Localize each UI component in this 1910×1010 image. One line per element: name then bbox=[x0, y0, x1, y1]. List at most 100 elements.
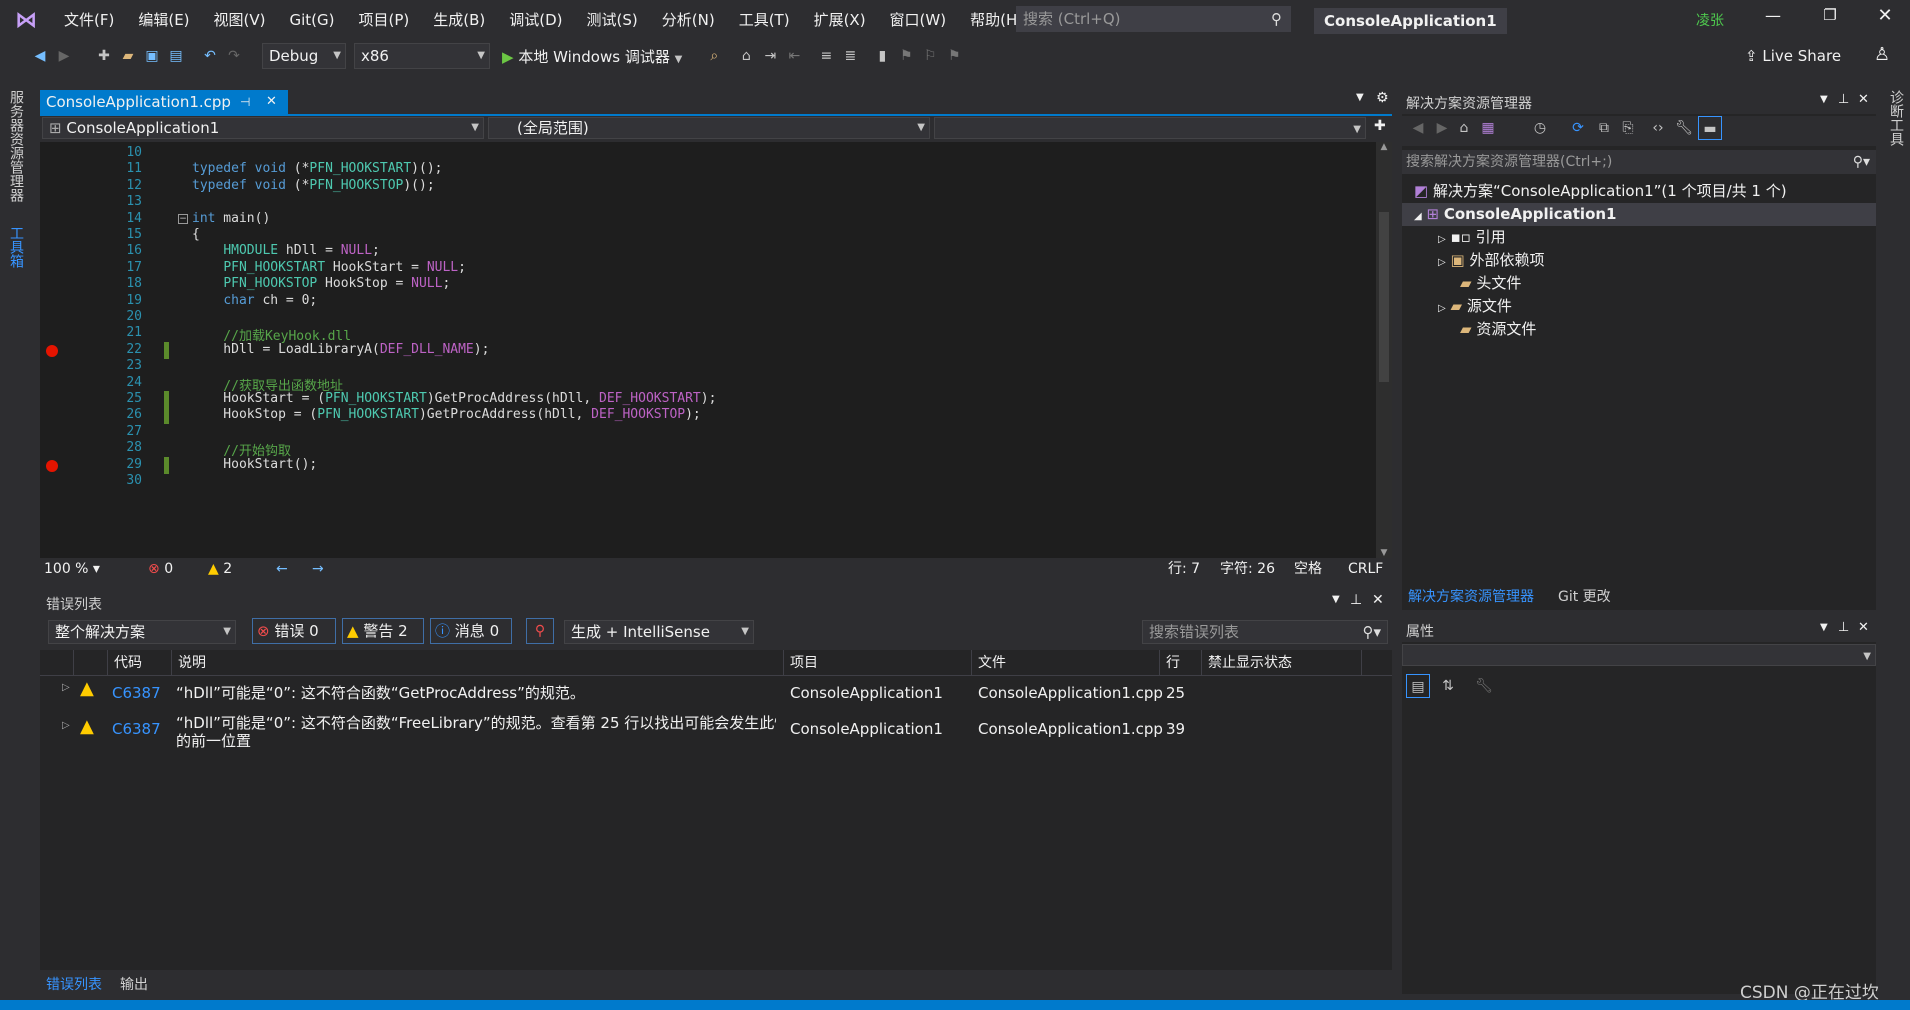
panel-menu-icon[interactable]: ▼ bbox=[1332, 594, 1340, 605]
config-dropdown[interactable]: Debug ▼ bbox=[262, 43, 346, 69]
messages-filter-button[interactable]: ⓘ 消息 0 bbox=[430, 618, 512, 644]
line-ending[interactable]: CRLF bbox=[1348, 558, 1383, 580]
pin-icon[interactable]: ⊥ bbox=[1838, 92, 1849, 107]
vertical-scrollbar[interactable]: ▲ ▼ bbox=[1376, 142, 1392, 558]
warning-count[interactable]: ▲ 2 bbox=[208, 558, 232, 580]
save-icon[interactable]: ▣ bbox=[140, 44, 164, 68]
home-icon[interactable]: ⌂ bbox=[1452, 116, 1476, 140]
code-line[interactable]: hDll = LoadLibraryA(DEF_DLL_NAME); bbox=[192, 342, 489, 357]
expand-icon[interactable]: ▷ bbox=[1438, 257, 1446, 268]
clear-bookmarks-icon[interactable]: ⚑ bbox=[942, 44, 966, 68]
menu-test[interactable]: 测试(S) bbox=[575, 0, 650, 40]
live-share-button[interactable]: ⇪ Live Share bbox=[1745, 47, 1841, 65]
code-line[interactable]: HookStart(); bbox=[192, 457, 317, 472]
find-in-files-icon[interactable]: ⌕ bbox=[702, 44, 726, 68]
panel-close-icon[interactable]: ✕ bbox=[1858, 92, 1869, 107]
search-icon[interactable]: ⚲▾ bbox=[1362, 621, 1381, 643]
filter-icon[interactable]: ⚲ bbox=[526, 618, 554, 644]
menu-file[interactable]: 文件(F) bbox=[52, 0, 126, 40]
code-line[interactable]: char ch = 0; bbox=[192, 293, 317, 308]
show-all-files-icon[interactable]: ⎘ bbox=[1616, 116, 1640, 140]
minimize-icon[interactable]: — bbox=[1758, 6, 1788, 25]
alphabetical-icon[interactable]: ⇅ bbox=[1436, 674, 1460, 698]
menu-edit[interactable]: 编辑(E) bbox=[126, 0, 201, 40]
breakpoint-icon[interactable] bbox=[46, 459, 58, 472]
tab-error-list[interactable]: 错误列表 bbox=[46, 974, 102, 994]
expand-icon[interactable]: ▷ bbox=[1438, 303, 1446, 314]
pin-icon[interactable]: ⊣ bbox=[240, 90, 250, 114]
platform-dropdown[interactable]: x86 ▼ bbox=[354, 43, 490, 69]
code-line[interactable]: int main() bbox=[192, 211, 270, 226]
property-pages-icon[interactable]: 🔧︎ bbox=[1472, 674, 1496, 698]
gear-icon[interactable]: ⚙ bbox=[1376, 90, 1389, 106]
code-line[interactable]: HookStart = (PFN_HOOKSTART)GetProcAddres… bbox=[192, 391, 716, 406]
collapse-icon[interactable]: ◢ bbox=[1414, 211, 1422, 222]
col-description[interactable]: 说明 bbox=[172, 650, 784, 676]
col-suppression[interactable]: 禁止显示状态 bbox=[1202, 650, 1362, 676]
tab-overflow-icon[interactable]: ▼ bbox=[1356, 92, 1364, 103]
split-icon[interactable]: ✚ bbox=[1374, 118, 1386, 134]
pin-icon[interactable]: ⊥ bbox=[1350, 592, 1362, 608]
properties-object-dropdown[interactable]: ▼ bbox=[1402, 644, 1876, 666]
scope-nav-dropdown[interactable]: (全局范围) ▼ bbox=[488, 117, 930, 139]
expand-icon[interactable]: ▷ bbox=[62, 682, 70, 693]
panel-menu-icon[interactable]: ▼ bbox=[1820, 94, 1828, 105]
search-icon[interactable]: ⚲▾ bbox=[1853, 150, 1870, 174]
tree-item-external-deps[interactable]: ▷ ▣ 外部依赖项 bbox=[1438, 249, 1831, 272]
global-search-box[interactable]: 搜索 (Ctrl+Q) ⚲ bbox=[1016, 6, 1291, 32]
toolbox-tab[interactable]: 工具箱 bbox=[6, 226, 26, 268]
solution-search-input[interactable]: 搜索解决方案资源管理器(Ctrl+;) bbox=[1406, 154, 1612, 170]
breakpoint-icon[interactable] bbox=[46, 344, 58, 357]
pending-changes-icon[interactable]: ◷ bbox=[1528, 116, 1552, 140]
menu-tools[interactable]: 工具(T) bbox=[727, 0, 802, 40]
col-line[interactable]: 行 bbox=[1160, 650, 1202, 676]
build-filter-dropdown[interactable]: 生成 + IntelliSense ▼ bbox=[564, 620, 754, 644]
next-bookmark-icon[interactable]: ⚐ bbox=[918, 44, 942, 68]
new-item-icon[interactable]: ✚ bbox=[92, 44, 116, 68]
code-line[interactable]: typedef void (*PFN_HOOKSTOP)(); bbox=[192, 178, 435, 193]
bookmark-icon[interactable]: ▮ bbox=[870, 44, 894, 68]
collapse-all-icon[interactable]: ⧉ bbox=[1592, 116, 1616, 140]
error-search-box[interactable]: 搜索错误列表 ⚲▾ bbox=[1142, 620, 1388, 644]
panel-menu-icon[interactable]: ▼ bbox=[1820, 622, 1828, 633]
uncomment-icon[interactable]: ≣ bbox=[838, 44, 862, 68]
tree-item-header-files[interactable]: ▰ 头文件 bbox=[1460, 272, 1853, 295]
restore-icon[interactable]: ❐ bbox=[1815, 6, 1845, 24]
errors-filter-button[interactable]: ⊗ 错误 0 bbox=[252, 618, 336, 644]
prev-bookmark-icon[interactable]: ⚑ bbox=[894, 44, 918, 68]
tree-item-references[interactable]: ▷ ▪▫ 引用 bbox=[1438, 226, 1831, 249]
redo-icon[interactable]: ↷ bbox=[222, 44, 246, 68]
save-all-icon[interactable]: ▤ bbox=[164, 44, 188, 68]
account-icon[interactable]: ♙ bbox=[1874, 44, 1890, 65]
row-code[interactable]: C6387 bbox=[112, 720, 161, 738]
menu-view[interactable]: 视图(V) bbox=[202, 0, 278, 40]
tab-close-icon[interactable]: ✕ bbox=[266, 90, 277, 114]
code-line[interactable]: PFN_HOOKSTART HookStart = NULL; bbox=[192, 260, 466, 275]
col-code[interactable]: 代码 bbox=[108, 650, 172, 676]
tab-solution-explorer[interactable]: 解决方案资源管理器 bbox=[1408, 586, 1534, 606]
col-project[interactable]: 项目 bbox=[784, 650, 972, 676]
zoom-dropdown[interactable]: 100 % ▾ bbox=[44, 558, 100, 580]
nav-forward-icon[interactable]: → bbox=[312, 558, 324, 580]
project-nav-dropdown[interactable]: ⊞ ConsoleApplication1 ▼ bbox=[42, 117, 484, 139]
user-name[interactable]: 凌张 bbox=[1696, 10, 1724, 30]
code-line[interactable]: HMODULE hDll = NULL; bbox=[192, 243, 380, 258]
undo-icon[interactable]: ↶ bbox=[198, 44, 222, 68]
scroll-down-icon[interactable]: ▼ bbox=[1376, 548, 1392, 558]
code-line[interactable]: { bbox=[192, 227, 200, 242]
view-code-icon[interactable]: ‹› bbox=[1646, 116, 1670, 140]
collapse-icon[interactable]: − bbox=[178, 213, 188, 224]
tree-project[interactable]: ◢ ⊞ ConsoleApplication1 bbox=[1402, 203, 1876, 226]
step-over-icon[interactable]: ⇤ bbox=[782, 44, 806, 68]
wrench-icon[interactable]: 🔧︎ bbox=[1672, 116, 1696, 140]
nav-back-icon[interactable]: ← bbox=[276, 558, 288, 580]
open-folder-icon[interactable]: ▰ bbox=[116, 44, 140, 68]
editor-tab-active[interactable]: ConsoleApplication1.cpp ⊣ ✕ bbox=[40, 90, 288, 114]
panel-close-icon[interactable]: ✕ bbox=[1858, 620, 1869, 635]
forward-icon[interactable]: ▶ bbox=[1430, 116, 1454, 140]
switch-views-icon[interactable]: ▦ bbox=[1476, 116, 1500, 140]
expand-icon[interactable]: ▷ bbox=[62, 720, 70, 731]
code-line[interactable]: HookStop = (PFN_HOOKSTART)GetProcAddress… bbox=[192, 407, 700, 422]
code-line[interactable]: PFN_HOOKSTOP HookStop = NULL; bbox=[192, 276, 450, 291]
table-row[interactable]: ▷ ▲ C6387 “hDll”可能是“0”: 这不符合函数“GetProcAd… bbox=[40, 678, 1392, 708]
